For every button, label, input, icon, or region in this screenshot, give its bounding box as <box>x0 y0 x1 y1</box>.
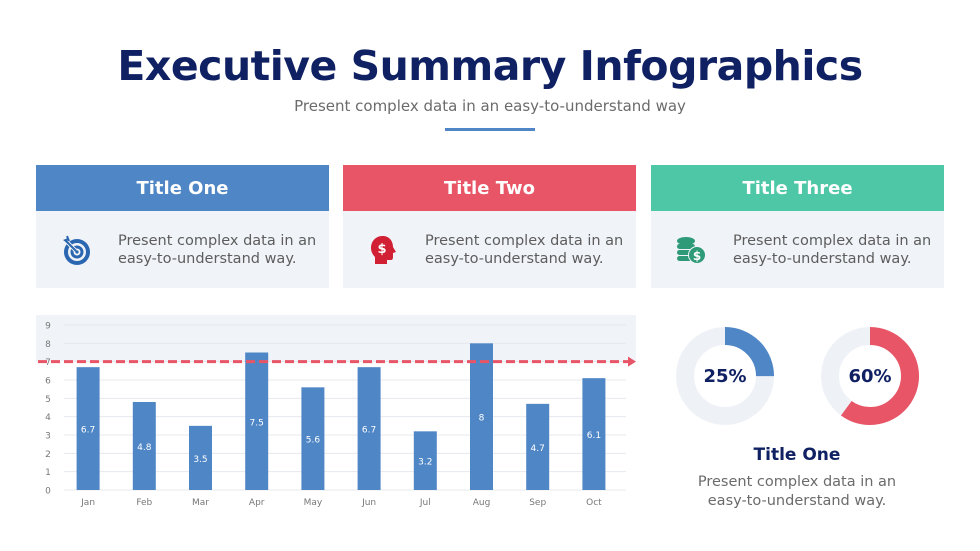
bar-value-label: 5.6 <box>306 436 321 446</box>
card-header: Title Three <box>651 165 944 211</box>
y-tick-label: 2 <box>45 450 51 460</box>
coins-dollar-icon: $ <box>671 230 711 270</box>
x-tick-label: Oct <box>586 498 602 508</box>
bar-chart: 0 1 2 3 4 5 6 7 8 9 6.7 Jan 4.8 Feb 3.5 Mar 7.5 Apr 5.6 May… <box>36 315 636 515</box>
title-divider <box>445 128 535 131</box>
bar-value-label: 3.5 <box>193 455 207 465</box>
y-tick-label: 6 <box>45 377 51 387</box>
y-tick-label: 0 <box>45 487 51 497</box>
right-panel-title: Title One <box>753 445 841 465</box>
bar-value-label: 4.7 <box>531 444 545 454</box>
right-panel-description: Present complex data in an easy-to-under… <box>697 474 897 509</box>
bar-value-label: 8 <box>479 414 485 424</box>
bar-value-label: 7.5 <box>250 418 264 428</box>
y-tick-label: 5 <box>45 395 51 405</box>
x-tick-label: Aug <box>473 498 491 508</box>
donut-label: 25% <box>703 365 747 387</box>
bar-value-label: 4.8 <box>137 443 152 453</box>
head-dollar-icon: $ <box>363 230 403 270</box>
y-tick-label: 9 <box>45 322 51 332</box>
x-tick-label: May <box>304 498 323 508</box>
x-tick-label: Jan <box>80 498 95 508</box>
y-tick-label: 3 <box>45 432 51 442</box>
card-description: Present complex data in an easy-to-under… <box>425 232 624 267</box>
bar-value-label: 6.7 <box>81 426 95 436</box>
card-header: Title One <box>36 165 329 211</box>
page-title: Executive Summary Infographics <box>117 42 863 90</box>
bar-value-label: 6.1 <box>587 431 601 441</box>
chart-upper-band <box>36 315 636 362</box>
card-title-three: Title Three $ Present complex data in an… <box>651 165 944 288</box>
card-description: Present complex data in an easy-to-under… <box>118 232 317 267</box>
x-tick-label: Jul <box>419 498 431 508</box>
bar-value-label: 6.7 <box>362 426 376 436</box>
x-tick-label: Mar <box>192 498 209 508</box>
svg-text:$: $ <box>693 249 701 263</box>
donut-chart-60: 60% <box>820 326 920 426</box>
y-tick-label: 1 <box>45 468 51 478</box>
donut-label: 60% <box>848 365 892 387</box>
card-header: Title Two <box>343 165 636 211</box>
bar-value-label: 3.2 <box>418 458 432 468</box>
bar-chart-svg: 01234567896.7Jan4.8Feb3.5Mar7.5Apr5.6May… <box>36 315 636 508</box>
y-tick-label: 8 <box>45 340 51 350</box>
y-tick-label: 4 <box>45 413 51 423</box>
x-tick-label: Feb <box>136 498 152 508</box>
card-title-two: Title Two $ Present complex data in an e… <box>343 165 636 288</box>
donut-chart-25: 25% <box>675 326 775 426</box>
target-icon <box>56 230 96 270</box>
page-subtitle: Present complex data in an easy-to-under… <box>294 97 686 115</box>
x-tick-label: Apr <box>249 498 265 508</box>
x-tick-label: Jun <box>361 498 376 508</box>
svg-text:$: $ <box>377 242 386 257</box>
x-tick-label: Sep <box>529 498 546 508</box>
card-description: Present complex data in an easy-to-under… <box>733 232 932 267</box>
card-title-one: Title One Present complex data in an eas… <box>36 165 329 288</box>
